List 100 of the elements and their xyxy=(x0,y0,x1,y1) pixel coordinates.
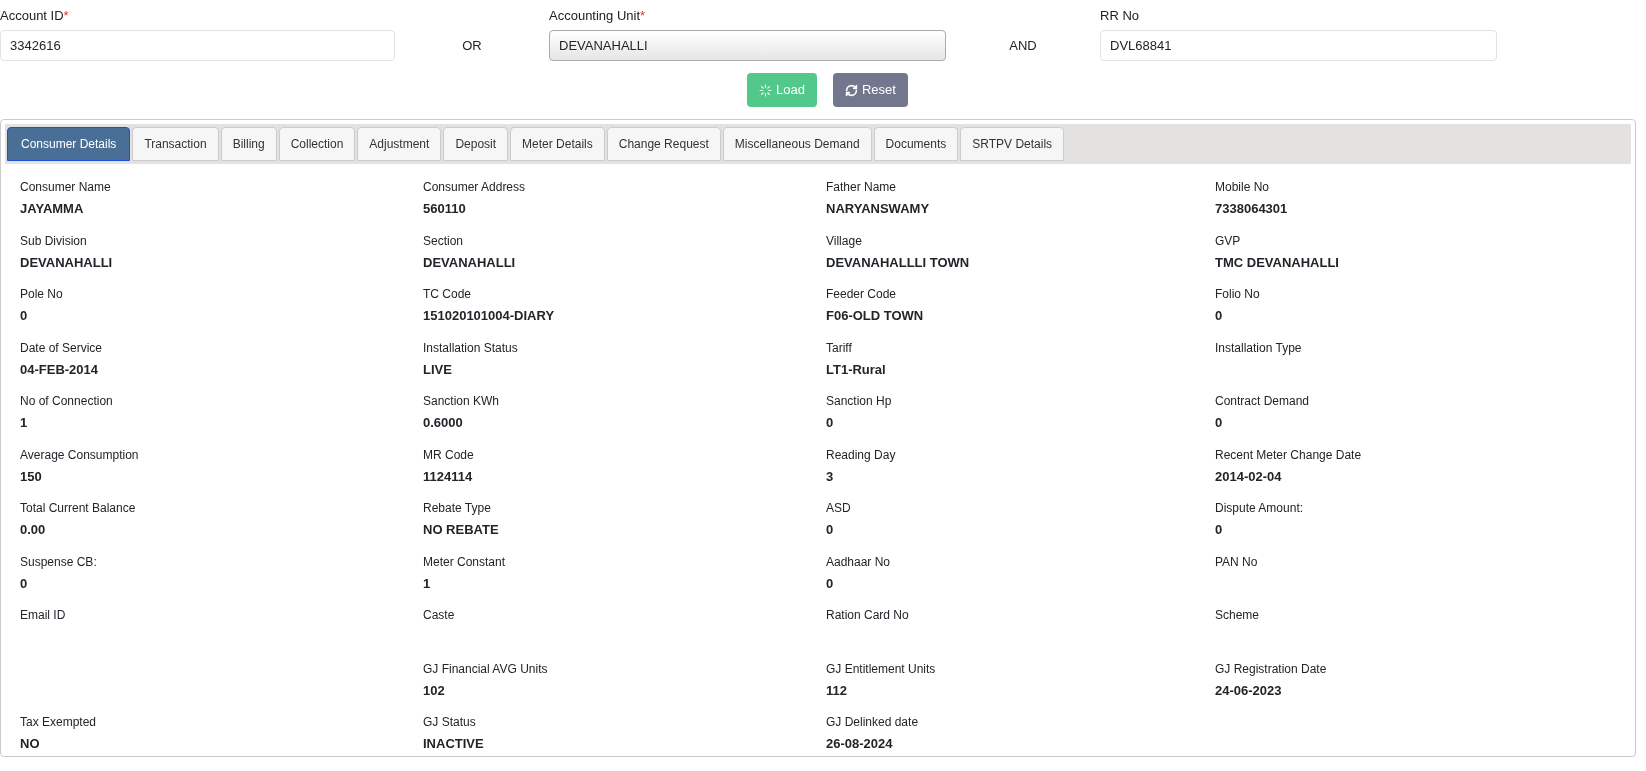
field-label: Recent Meter Change Date xyxy=(1215,446,1363,464)
field-label: Aadhaar No xyxy=(826,553,892,571)
tab[interactable]: Meter Details xyxy=(510,127,605,161)
tab[interactable]: Billing xyxy=(220,127,277,161)
field-label: MR Code xyxy=(423,446,475,464)
field-value: 1124114 xyxy=(423,467,474,486)
field-label: GJ Registration Date xyxy=(1215,660,1328,678)
field-value: NARYANSWAMY xyxy=(826,200,931,218)
field-value: F06-OLD TOWN xyxy=(826,307,925,325)
field-label: Average Consumption xyxy=(20,446,140,464)
field-value: 0 xyxy=(826,521,835,539)
field-label: Date of Service xyxy=(20,339,104,357)
field-value: 1 xyxy=(20,414,29,432)
field-value: 151020101004-DIARY xyxy=(423,307,556,325)
field-value: 150 xyxy=(20,467,43,486)
field-value: 04-FEB-2014 xyxy=(20,360,100,379)
field-value: INACTIVE xyxy=(423,735,485,753)
field-label: Accounting Unit* xyxy=(549,7,647,25)
field-value: 560110 xyxy=(423,200,467,218)
field-label: Caste xyxy=(423,607,456,624)
field-value: LT1-Rural xyxy=(826,360,887,379)
field-label: Ration Card No xyxy=(826,607,910,624)
field-label: Section xyxy=(423,232,465,250)
reset-button[interactable]: Reset xyxy=(832,73,908,107)
field-label: Account ID* xyxy=(0,7,70,25)
field-label: Email ID xyxy=(20,607,67,624)
tab[interactable]: Change Request xyxy=(606,127,721,161)
field-label: Consumer Name xyxy=(20,179,112,196)
field-value: 0 xyxy=(1215,414,1224,432)
field-value: 0 xyxy=(1215,521,1224,539)
field-label: Sanction Hp xyxy=(826,393,893,410)
field-value: 0 xyxy=(826,574,835,593)
spinner-icon xyxy=(759,83,772,97)
field-label: No of Connection xyxy=(20,393,114,410)
field-label: Scheme xyxy=(1215,607,1261,624)
accounting-unit-field[interactable]: DEVANAHALLI xyxy=(549,30,946,61)
field-label: Dispute Amount: xyxy=(1215,500,1305,517)
tab[interactable]: Miscellaneous Demand xyxy=(722,127,872,161)
field-value: 0 xyxy=(20,307,29,325)
field-value: 3 xyxy=(826,467,835,486)
field-value: LIVE xyxy=(423,360,453,379)
field-label: Father Name xyxy=(826,179,898,196)
tab[interactable]: Documents xyxy=(873,127,959,161)
tab[interactable]: Adjustment xyxy=(357,127,442,161)
field-value: DEVANAHALLLI TOWN xyxy=(826,253,971,272)
field-label: Installation Status xyxy=(423,339,519,357)
field-label: GJ Status xyxy=(423,714,477,731)
field-label: ASD xyxy=(826,500,852,517)
field-label: Contract Demand xyxy=(1215,393,1311,410)
field-value: NO xyxy=(20,735,41,753)
field-label: Suspense CB: xyxy=(20,553,98,571)
field-label: Rebate Type xyxy=(423,500,492,517)
field-label: Village xyxy=(826,232,863,250)
refresh-icon xyxy=(844,83,858,97)
field-label: Feeder Code xyxy=(826,286,898,303)
tab[interactable]: Transaction xyxy=(132,127,219,161)
field-value: TMC DEVANAHALLI xyxy=(1215,253,1340,272)
tab[interactable]: Consumer Details xyxy=(7,127,131,161)
field-label: GVP xyxy=(1215,232,1242,250)
field-value: 0.00 xyxy=(20,521,47,539)
tab[interactable]: Deposit xyxy=(443,127,509,161)
field-value: 112 xyxy=(826,681,848,700)
field-label: Total Current Balance xyxy=(20,500,137,517)
field-value: 0.6000 xyxy=(423,414,464,432)
field-label: Sub Division xyxy=(20,232,88,250)
field-label: Consumer Address xyxy=(423,179,527,196)
field-value: 0 xyxy=(20,574,29,593)
field-label: GJ Delinked date xyxy=(826,714,920,731)
and-text: AND xyxy=(1008,37,1038,55)
account-id-field[interactable]: 3342616 xyxy=(0,30,395,61)
field-label: TC Code xyxy=(423,286,473,303)
tab[interactable]: SRTPV Details xyxy=(960,127,1065,161)
field-label: GJ Entitlement Units xyxy=(826,660,937,678)
field-value: 0 xyxy=(826,414,835,432)
field-label: Reading Day xyxy=(826,446,897,464)
field-value: DEVANAHALLI xyxy=(20,253,114,272)
field-label: Tax Exempted xyxy=(20,714,98,731)
field-label: Pole No xyxy=(20,286,64,303)
field-value: 7338064301 xyxy=(1215,200,1289,218)
field-label: RR No xyxy=(1100,7,1140,25)
field-value: 0 xyxy=(1215,307,1224,325)
field-label: Mobile No xyxy=(1215,179,1271,196)
field-value: 26-08-2024 xyxy=(826,735,894,753)
field-label: Tariff xyxy=(826,339,853,357)
rr-no-field[interactable]: DVL68841 xyxy=(1100,30,1497,61)
field-label: Installation Type xyxy=(1215,339,1303,357)
field-label: GJ Financial AVG Units xyxy=(423,660,549,678)
field-label: Folio No xyxy=(1215,286,1261,303)
field-value: 2014-02-04 xyxy=(1215,467,1283,486)
field-value: DEVANAHALLI xyxy=(423,253,517,272)
field-label: PAN No xyxy=(1215,553,1259,571)
field-label: Meter Constant xyxy=(423,553,507,571)
field-value: NO REBATE xyxy=(423,521,500,539)
tab[interactable]: Collection xyxy=(278,127,356,161)
field-value: 102 xyxy=(423,681,446,700)
field-value: JAYAMMA xyxy=(20,200,85,218)
field-value: 1 xyxy=(423,574,432,593)
field-value: 24-06-2023 xyxy=(1215,681,1283,700)
field-label: Sanction KWh xyxy=(423,393,501,410)
or-text: OR xyxy=(461,37,483,55)
